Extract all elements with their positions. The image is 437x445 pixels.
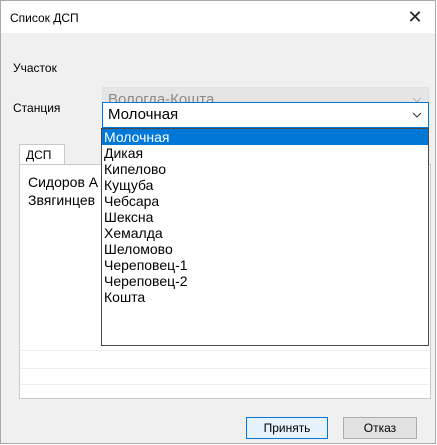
window-title: Список ДСП [10, 11, 79, 25]
station-label: Станция [13, 101, 61, 115]
dropdown-option[interactable]: Шексна [102, 209, 428, 225]
close-button[interactable]: ✕ [395, 1, 435, 33]
grid-line [21, 368, 429, 369]
tab-dsp[interactable]: ДСП [19, 144, 65, 165]
dropdown-option[interactable]: Кошта [102, 289, 428, 305]
cancel-button[interactable]: Отказ [343, 417, 417, 439]
tab-label: ДСП [26, 148, 52, 162]
dropdown-option[interactable]: Чебсара [102, 193, 428, 209]
dropdown-option[interactable]: Шеломово [102, 241, 428, 257]
dropdown-option[interactable]: Хемалда [102, 225, 428, 241]
list-item[interactable]: Сидоров А [28, 174, 98, 190]
dropdown-option[interactable]: Дикая [102, 145, 428, 161]
accept-button[interactable]: Принять [246, 417, 328, 439]
chevron-down-icon [412, 112, 422, 118]
dropdown-option[interactable]: Кипелово [102, 161, 428, 177]
station-dropdown-list[interactable]: Молочная Дикая Кипелово Кущуба Чебсара Ш… [101, 128, 429, 346]
dropdown-option[interactable]: Кущуба [102, 177, 428, 193]
title-bar: Список ДСП ✕ [1, 1, 435, 33]
section-label: Участок [13, 61, 57, 75]
close-icon: ✕ [407, 6, 423, 27]
list-item[interactable]: Звягинцев [28, 192, 95, 208]
station-combobox[interactable]: Молочная [102, 102, 429, 128]
dropdown-option[interactable]: Череповец-2 [102, 273, 428, 289]
grid-line [21, 350, 429, 351]
station-value: Молочная [108, 106, 179, 123]
dropdown-option[interactable]: Молочная [102, 129, 428, 145]
dropdown-option[interactable]: Череповец-1 [102, 257, 428, 273]
dialog-window: Список ДСП ✕ Участок Вологда-Кошта Станц… [0, 0, 436, 444]
grid-line [21, 384, 429, 385]
